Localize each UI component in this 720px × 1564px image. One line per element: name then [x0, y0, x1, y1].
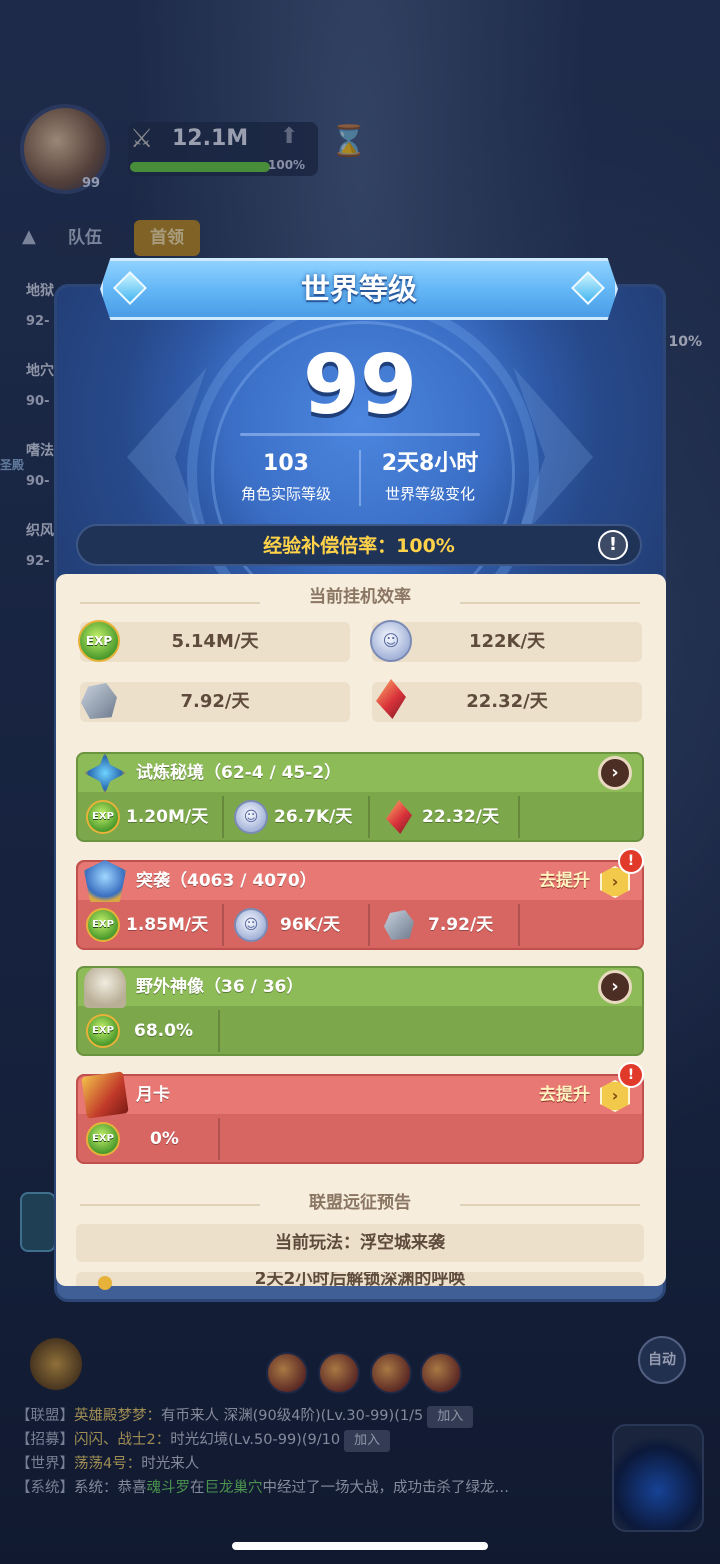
next-mode-text: 2天2小时后解锁深渊的呼唤	[254, 1272, 466, 1286]
reward-value: 7.92/天	[428, 915, 494, 935]
ore-icon	[382, 908, 416, 942]
actual-level-value: 103	[263, 451, 309, 476]
reward-crystal: 22.32/天	[378, 798, 518, 836]
reward-exp: EXP 1.20M/天	[82, 798, 222, 836]
reward-divider	[368, 904, 370, 946]
monthly-card-card[interactable]: 月卡 去提升 › ! EXP 0%	[76, 1062, 644, 1164]
exp-icon: EXP	[86, 1014, 120, 1048]
go-upgrade-link[interactable]: 去提升	[539, 1076, 590, 1114]
wild-statue-card[interactable]: 野外神像（36 / 36） › EXP 68.0%	[76, 966, 644, 1056]
reward-value: 68.0%	[134, 1021, 193, 1041]
reward-ore: 7.92/天	[378, 906, 518, 944]
exp-icon: EXP	[86, 800, 120, 834]
monthly-card-icon	[81, 1071, 129, 1119]
reward-value: 96K/天	[280, 915, 341, 935]
coin-efficiency: 122K/天	[372, 622, 642, 662]
reward-coin: ☺ 96K/天	[230, 906, 370, 944]
silver-coin-icon: ☺	[234, 800, 268, 834]
crystal-efficiency-value: 22.32/天	[466, 691, 548, 712]
reward-value: 26.7K/天	[274, 807, 353, 827]
next-mode-bar: 2天2小时后解锁深渊的呼唤	[76, 1272, 644, 1286]
go-upgrade-link[interactable]: 去提升	[539, 862, 590, 900]
card-title: 突袭（4063 / 4070）	[136, 871, 317, 891]
raid-card[interactable]: 突袭（4063 / 4070） 去提升 › ! EXP 1.85M/天 ☺ 96…	[76, 848, 644, 950]
reward-divider	[222, 904, 224, 946]
dialog-title: 世界等级	[300, 272, 417, 306]
next-mode-bar-clip: 2天2小时后解锁深渊的呼唤	[76, 1272, 644, 1286]
coin-efficiency-value: 122K/天	[468, 631, 546, 652]
level-divider	[240, 433, 480, 436]
card-title: 月卡	[136, 1085, 170, 1105]
actual-level-label: 角色实际等级	[240, 485, 331, 503]
stat-divider	[359, 450, 361, 506]
reward-divider	[222, 796, 224, 838]
exp-icon: EXP	[78, 620, 120, 662]
red-crystal-icon	[370, 678, 412, 720]
current-mode-bar: 当前玩法：浮空城来袭	[76, 1224, 644, 1262]
exp-efficiency-value: 5.14M/天	[171, 631, 259, 652]
exp-icon: EXP	[86, 1122, 120, 1156]
ore-efficiency: 7.92/天	[80, 682, 350, 722]
reward-value: 1.20M/天	[126, 807, 209, 827]
exp-efficiency: 5.14M/天	[80, 622, 350, 662]
home-indicator[interactable]	[232, 1542, 488, 1550]
reward-value: 1.85M/天	[126, 915, 209, 935]
reward-exp: EXP 68.0%	[82, 1012, 222, 1050]
chevron-right-icon[interactable]: ›	[598, 970, 632, 1004]
ore-icon	[78, 680, 120, 722]
alert-icon: !	[618, 1062, 644, 1088]
info-icon[interactable]: !	[598, 530, 628, 560]
efficiency-title: 当前挂机效率	[309, 587, 411, 607]
level-change-time: 2天8小时	[381, 451, 479, 476]
reward-divider	[368, 796, 370, 838]
reward-coin: ☺ 26.7K/天	[230, 798, 370, 836]
bell-icon	[98, 1276, 112, 1290]
chevron-right-icon[interactable]: ›	[598, 756, 632, 790]
red-crystal-icon	[382, 800, 416, 834]
reward-exp: EXP 0%	[82, 1120, 222, 1158]
exp-icon: EXP	[86, 908, 120, 942]
silver-coin-icon: ☺	[370, 620, 412, 662]
alliance-preview-title: 联盟远征预告	[309, 1193, 411, 1213]
crystal-efficiency: 22.32/天	[372, 682, 642, 722]
reward-divider	[218, 1118, 220, 1160]
reward-exp: EXP 1.85M/天	[82, 906, 222, 944]
reward-value: 22.32/天	[422, 807, 499, 827]
card-title: 试炼秘境（62-4 / 45-2）	[136, 763, 342, 783]
reward-divider	[218, 1010, 220, 1052]
reward-divider	[518, 796, 520, 838]
alert-icon: !	[618, 848, 644, 874]
level-change-label: 世界等级变化	[384, 485, 475, 503]
card-title: 野外神像（36 / 36）	[136, 977, 304, 997]
exp-compensation-rate: 经验补偿倍率：100%	[263, 535, 455, 557]
trial-realm-card[interactable]: 试炼秘境（62-4 / 45-2） › EXP 1.20M/天 ☺ 26.7K/…	[76, 752, 644, 842]
ore-efficiency-value: 7.92/天	[180, 691, 250, 712]
reward-value: 0%	[150, 1129, 179, 1149]
silver-coin-icon: ☺	[234, 908, 268, 942]
world-level-value: 99	[302, 338, 418, 433]
reward-divider	[518, 904, 520, 946]
statue-icon	[84, 968, 126, 1008]
